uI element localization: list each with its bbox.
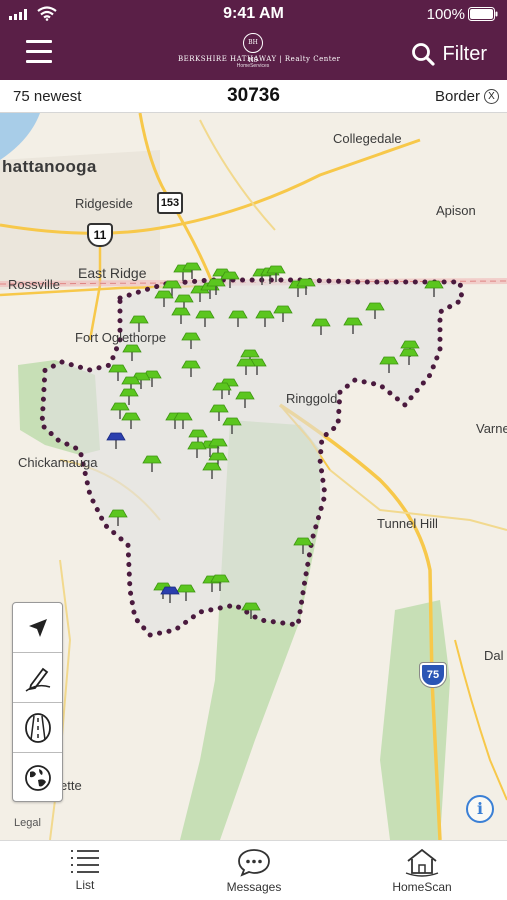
tab-bar: List Messages HomeScan — [0, 840, 507, 900]
map-canvas — [0, 113, 507, 840]
route-153-shield: 153 — [157, 192, 183, 214]
road-icon — [24, 712, 51, 743]
list-icon — [71, 850, 99, 873]
map-tools — [12, 602, 63, 802]
draw-button[interactable] — [13, 653, 62, 703]
search-icon — [411, 43, 435, 66]
logo-sub: HomeServices — [236, 63, 270, 69]
border-label: Border — [434, 88, 480, 105]
place-label: East Ridge — [78, 265, 147, 281]
logo-brand: BERKSHIRE HATHAWAY | Realty Center — [178, 55, 341, 63]
satellite-button[interactable] — [13, 753, 62, 803]
place-label: Collegedale — [333, 131, 402, 146]
road-button[interactable] — [13, 703, 62, 753]
tab-list-label: List — [75, 878, 95, 892]
border-toggle[interactable]: Border X — [435, 88, 499, 105]
place-label: Dal — [484, 648, 504, 663]
brand-logo: BH HS BERKSHIRE HATHAWAY | Realty Center… — [178, 33, 341, 73]
globe-icon — [24, 765, 51, 791]
info-bar: 75 newest 30736 Border X — [0, 80, 507, 113]
status-bar: 9:41 AM 100% — [0, 0, 507, 28]
tab-homescan-label: HomeScan — [392, 880, 452, 894]
menu-icon[interactable] — [26, 40, 52, 64]
place-label: hattanooga — [2, 157, 97, 176]
filter-label: Filter — [442, 42, 487, 65]
map-view[interactable]: hattanooga Collegedale Ridgeside Apison … — [0, 113, 507, 840]
place-label: Apison — [436, 203, 476, 218]
pencil-draw-icon — [25, 667, 50, 692]
tab-homescan[interactable]: HomeScan — [362, 847, 482, 894]
location-arrow-icon — [28, 618, 47, 637]
route-11-shield: 11 — [87, 223, 113, 247]
legal-link[interactable]: Legal — [14, 817, 41, 829]
filter-button[interactable]: Filter — [411, 42, 487, 66]
locate-button[interactable] — [13, 603, 62, 653]
map-info-button[interactable]: i — [466, 795, 494, 823]
place-label: Chickamauga — [18, 455, 98, 470]
place-label: Tunnel Hill — [377, 516, 438, 531]
place-label: Rossville — [8, 277, 61, 292]
place-label: Ridgeside — [75, 196, 133, 211]
place-label: Varne — [476, 421, 507, 436]
clear-border-icon[interactable]: X — [484, 89, 499, 104]
battery-icon — [468, 7, 498, 21]
house-scan-icon — [405, 848, 439, 877]
zip-code: 30736 — [227, 85, 280, 106]
tab-list[interactable]: List — [25, 847, 145, 892]
tab-messages[interactable]: Messages — [194, 847, 314, 894]
place-label: ette — [60, 778, 82, 793]
battery-percent: 100% — [426, 6, 465, 23]
tab-messages-label: Messages — [226, 880, 282, 894]
logo-seal: BH HS — [243, 33, 263, 64]
place-label: Fort Oglethorpe — [75, 330, 167, 345]
interstate-75-shield: 75 — [419, 662, 447, 688]
chat-bubble-icon — [238, 849, 270, 877]
place-label: Ringgold — [286, 391, 338, 406]
nav-bar: BH HS BERKSHIRE HATHAWAY | Realty Center… — [0, 28, 507, 80]
